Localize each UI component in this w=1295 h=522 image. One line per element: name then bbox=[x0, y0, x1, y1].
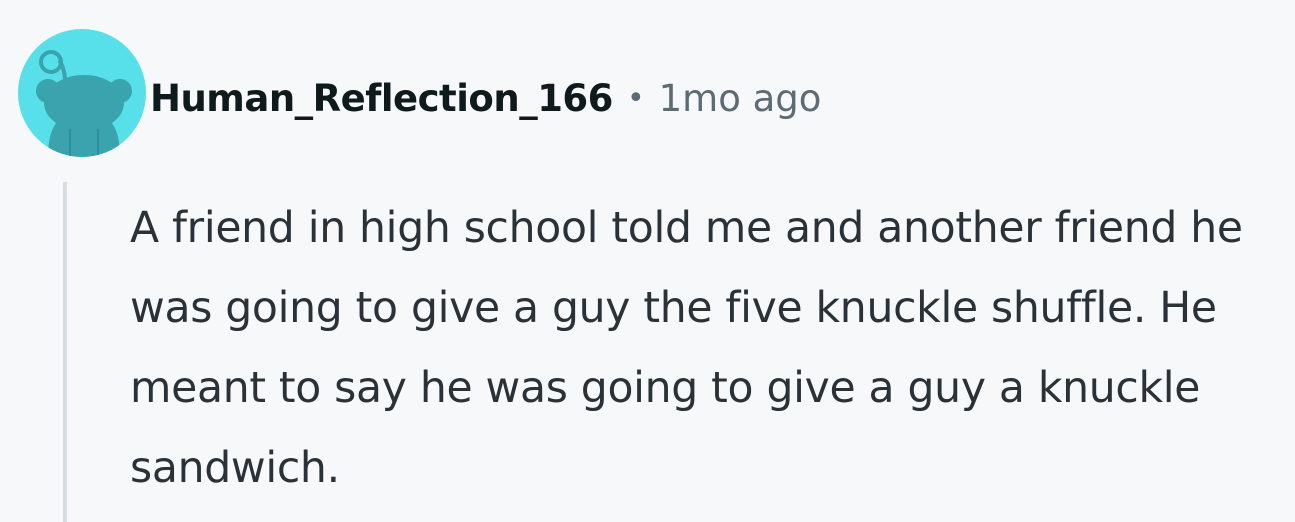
comment-header: Human_Reflection_166 • 1mo ago bbox=[150, 72, 821, 124]
author-username[interactable]: Human_Reflection_166 bbox=[150, 77, 613, 120]
comment-body: A friend in high school told me and anot… bbox=[130, 204, 1243, 493]
comment-timestamp[interactable]: 1mo ago bbox=[659, 77, 822, 120]
thread-line[interactable] bbox=[63, 182, 67, 522]
meta-separator: • bbox=[626, 80, 645, 116]
snoo-avatar-icon bbox=[36, 50, 132, 157]
comment: Human_Reflection_166 • 1mo ago A friend … bbox=[0, 0, 1295, 522]
avatar[interactable] bbox=[18, 29, 146, 157]
